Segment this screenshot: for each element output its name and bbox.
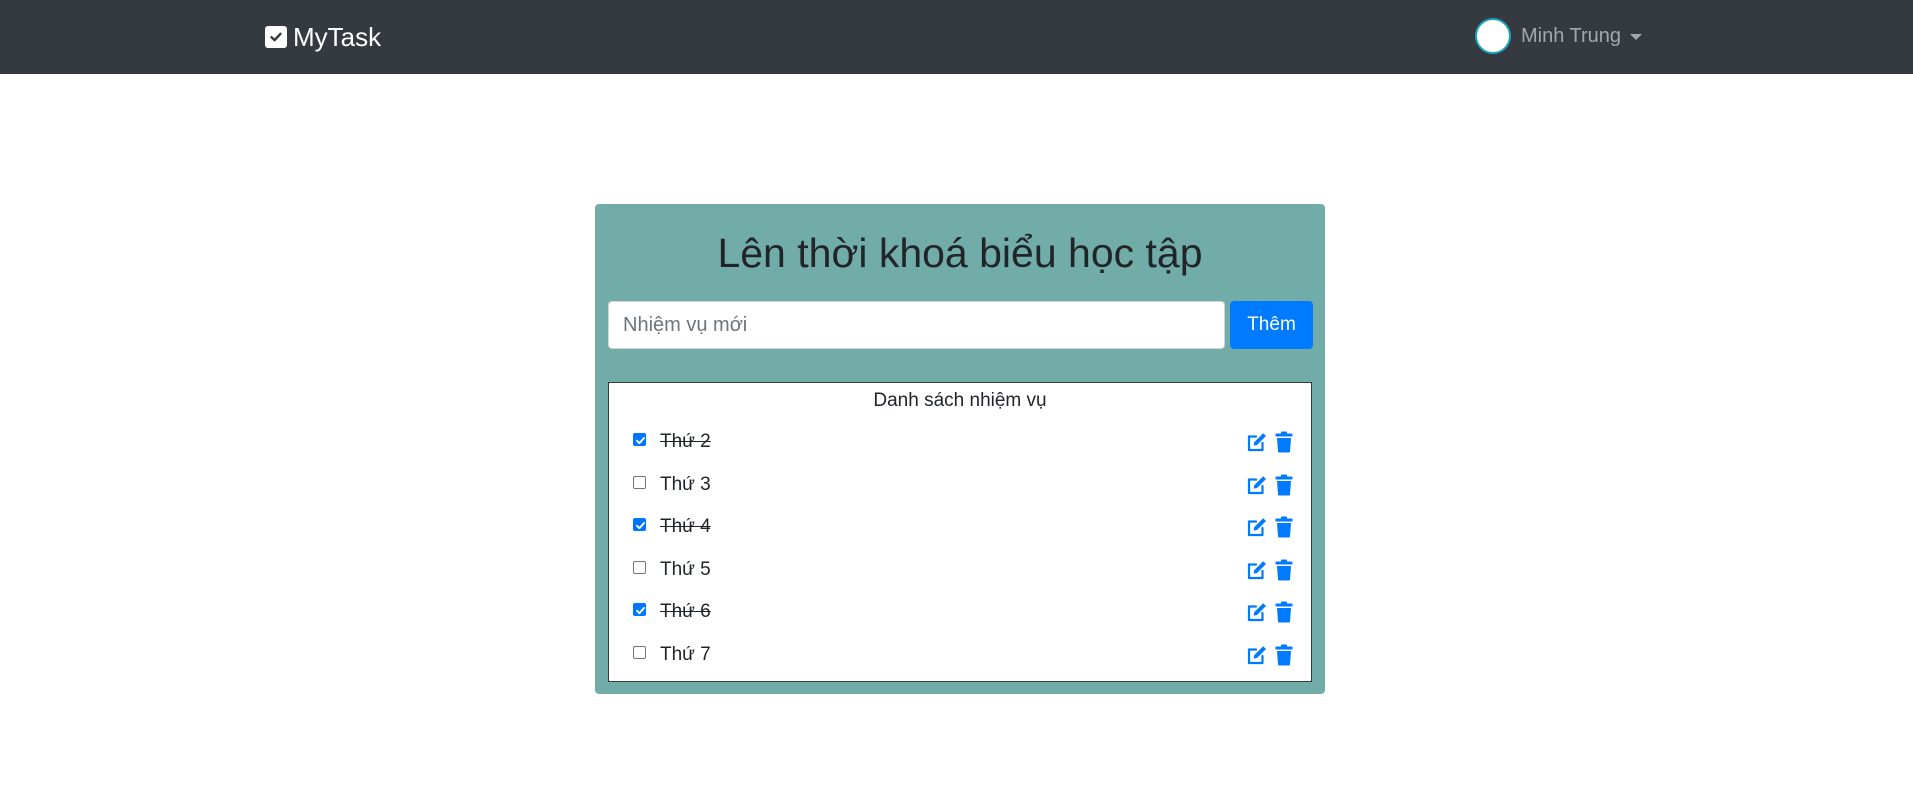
trash-icon[interactable]: [1275, 601, 1293, 623]
add-task-button[interactable]: Thêm: [1230, 301, 1313, 349]
caret-down-icon: [1630, 34, 1643, 40]
task-list: Danh sách nhiệm vụ Thứ 2 Thứ 3 Thứ 4 Thứ 5 T…: [608, 382, 1312, 682]
edit-icon[interactable]: [1246, 601, 1268, 623]
task-label: Thứ 3: [660, 473, 711, 495]
task-label: Thứ 6: [660, 601, 711, 622]
task-item: Thứ 7: [633, 640, 1293, 670]
task-item: Thứ 3: [633, 470, 1293, 500]
task-label: Thứ 4: [660, 516, 711, 537]
task-checkbox[interactable]: [633, 518, 646, 531]
trash-icon[interactable]: [1275, 559, 1293, 581]
task-card: Lên thời khoá biểu học tập Thêm Danh sác…: [595, 204, 1325, 694]
task-item: Thứ 2: [633, 427, 1293, 457]
avatar: [1475, 18, 1511, 54]
task-label: Thứ 2: [660, 431, 711, 452]
edit-icon[interactable]: [1246, 474, 1268, 496]
task-checkbox[interactable]: [633, 603, 646, 616]
task-checkbox[interactable]: [633, 475, 646, 489]
trash-icon[interactable]: [1275, 431, 1293, 453]
brand-link[interactable]: MyTask: [265, 22, 381, 52]
task-checkbox[interactable]: [633, 645, 646, 659]
task-label: Thứ 5: [660, 558, 711, 580]
task-list-title: Danh sách nhiệm vụ: [873, 390, 1047, 411]
trash-icon[interactable]: [1275, 474, 1293, 496]
trash-icon[interactable]: [1275, 644, 1293, 666]
user-name: Minh Trung: [1521, 24, 1622, 47]
navbar: MyTask Minh Trung: [0, 0, 1913, 74]
edit-icon[interactable]: [1246, 431, 1268, 453]
trash-icon[interactable]: [1275, 516, 1293, 538]
task-checkbox[interactable]: [633, 560, 646, 574]
brand-name: MyTask: [293, 21, 382, 52]
user-menu-toggle[interactable]: Minh Trung: [1475, 17, 1643, 55]
task-item: Thứ 6: [633, 597, 1293, 627]
new-task-input[interactable]: [608, 301, 1225, 349]
task-label: Thứ 7: [660, 643, 711, 665]
checkbox-icon: [265, 26, 287, 48]
page-title: Lên thời khoá biểu học tập: [717, 230, 1203, 276]
edit-icon[interactable]: [1246, 644, 1268, 666]
edit-icon[interactable]: [1246, 516, 1268, 538]
task-item: Thứ 4: [633, 512, 1293, 542]
task-item: Thứ 5: [633, 555, 1293, 585]
task-checkbox[interactable]: [633, 433, 646, 446]
edit-icon[interactable]: [1246, 559, 1268, 581]
